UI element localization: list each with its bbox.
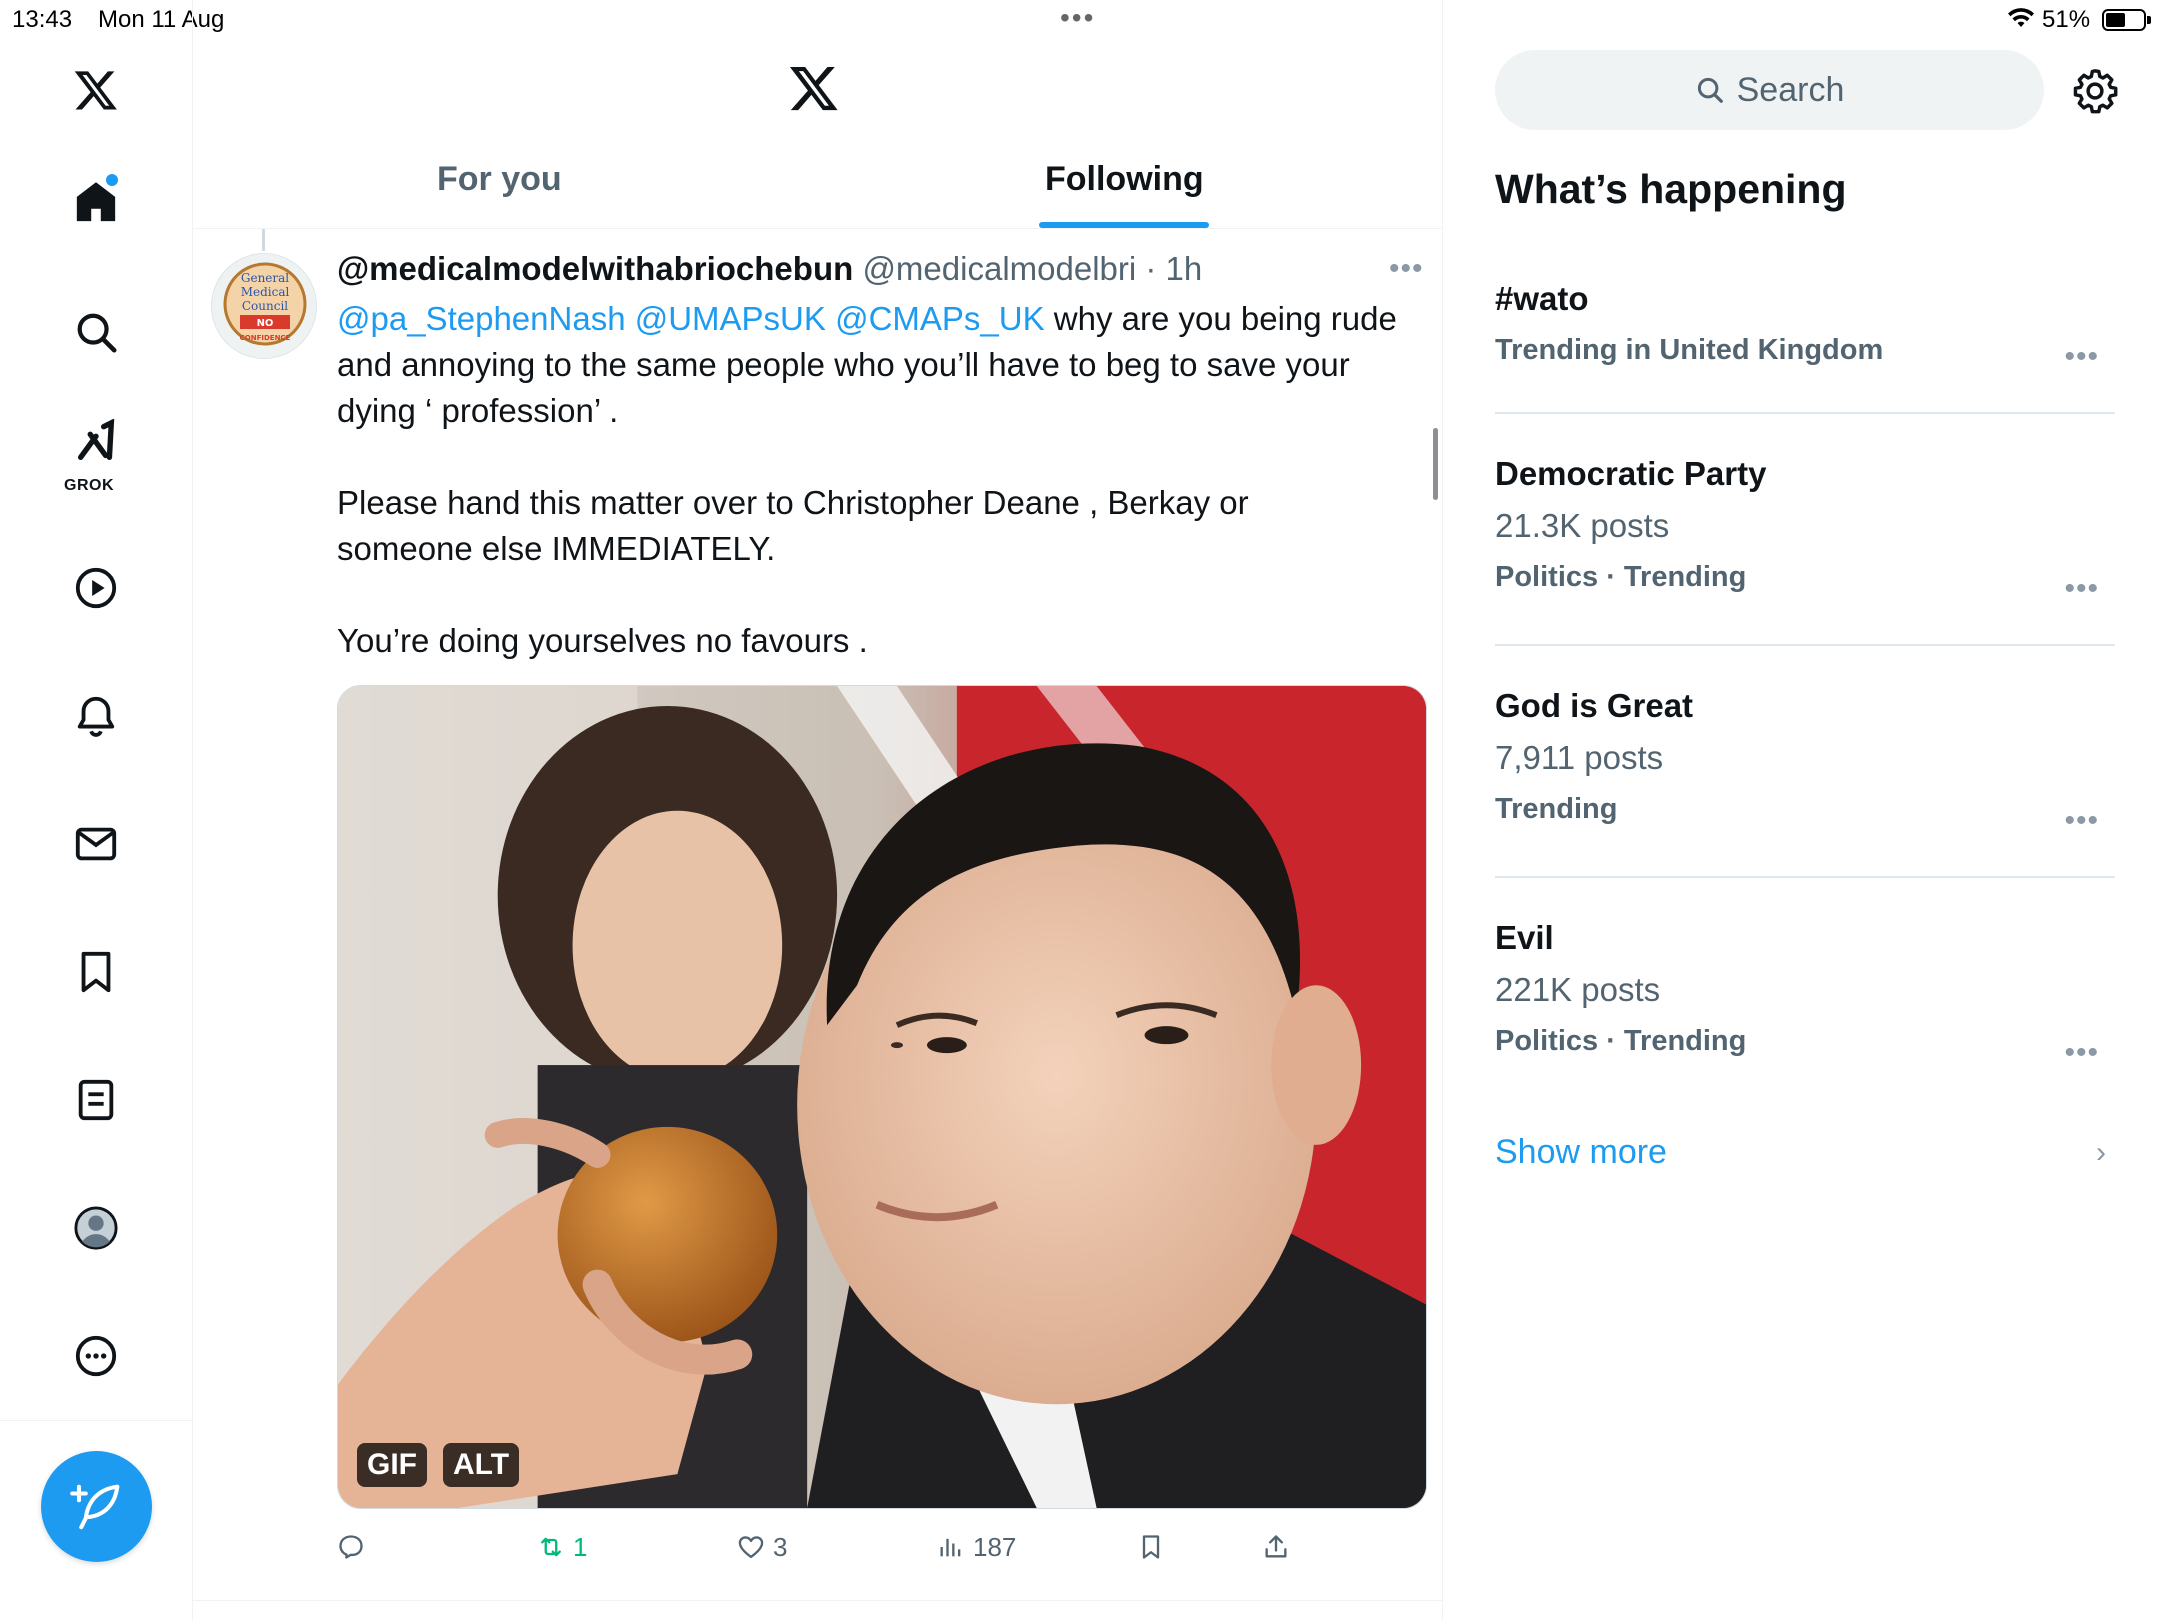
views-count: 187 <box>973 1531 1017 1562</box>
heart-icon <box>738 1536 764 1559</box>
trend-name: Evil <box>1495 919 1554 956</box>
grok-icon[interactable] <box>56 412 136 472</box>
x-logo-icon[interactable] <box>56 50 136 130</box>
share-button[interactable] <box>1262 1525 1290 1569</box>
post-time[interactable]: 1h <box>1166 250 1203 287</box>
bookmarks-icon[interactable] <box>56 932 136 1012</box>
thread-line <box>262 229 265 251</box>
views-button[interactable]: 187 <box>937 1525 1016 1569</box>
tweet-more-icon[interactable]: ••• <box>1389 252 1424 286</box>
text-line: why are you being rude <box>1044 300 1397 337</box>
chevron-right-icon: › <box>2096 1136 2106 1169</box>
compose-post-button[interactable] <box>41 1451 152 1562</box>
nav-divider <box>0 1420 193 1421</box>
author-name[interactable]: @medicalmodelwithabriochebun <box>337 250 853 287</box>
repost-count: 1 <box>573 1531 588 1562</box>
video-icon[interactable] <box>56 548 136 628</box>
trend-more-icon[interactable]: ••• <box>2064 572 2099 606</box>
trend-divider <box>1495 876 2115 878</box>
text-line: someone else IMMEDIATELY. <box>337 530 776 567</box>
home-icon[interactable] <box>56 162 136 242</box>
scroll-indicator[interactable] <box>1433 428 1438 500</box>
x-logo-icon <box>789 66 838 111</box>
trend-item[interactable]: Democratic Party 21.3K posts Politics · … <box>1495 455 2115 605</box>
search-icon[interactable] <box>56 292 136 372</box>
feather-plus-icon <box>69 1484 119 1529</box>
profile-icon[interactable] <box>56 1188 136 1268</box>
trend-item[interactable]: #wato Trending in United Kingdom ••• <box>1495 280 2115 373</box>
tweet-text: @pa_StephenNash @UMAPsUK @CMAPs_UK why a… <box>337 296 1417 664</box>
reply-button[interactable] <box>337 1525 373 1569</box>
gif-badge: GIF <box>357 1443 427 1487</box>
trend-name: God is Great <box>1495 687 1694 724</box>
author-handle[interactable]: @medicalmodelbri <box>862 250 1136 287</box>
messages-icon[interactable] <box>56 804 136 884</box>
trend-context: Politics · Trending <box>1495 1025 1747 1057</box>
text-line: dying ‘ profession’ . <box>337 392 619 429</box>
trend-context: Politics · Trending <box>1495 561 1747 593</box>
lists-icon[interactable] <box>56 1060 136 1140</box>
avatar[interactable]: General Medical Council NO CONFIDENCE <box>211 253 317 359</box>
avatar-text-1: General <box>241 271 289 285</box>
text-line: You’re doing yourselves no favours . <box>337 622 868 659</box>
bookmark-icon <box>1142 1535 1160 1559</box>
tab-following[interactable]: Following <box>1045 160 1204 199</box>
show-more-link[interactable]: Show more <box>1495 1133 1667 1172</box>
tweet-actions: 1 3 187 <box>337 1525 1427 1575</box>
notifications-icon[interactable] <box>56 676 136 756</box>
right-sidebar: Search What’s happening #wato Trending i… <box>1444 0 2160 1620</box>
home-notification-dot <box>106 174 118 186</box>
trend-name: Democratic Party <box>1495 455 1767 492</box>
tweet-header: @medicalmodelwithabriochebun @medicalmod… <box>337 250 1202 288</box>
trend-posts: 7,911 posts <box>1495 739 1664 776</box>
alt-text-button[interactable]: ALT <box>443 1443 520 1487</box>
settings-gear-icon[interactable] <box>2072 68 2118 114</box>
trend-item[interactable]: Evil 221K posts Politics · Trending ••• <box>1495 919 2115 1069</box>
trend-name: #wato <box>1495 280 1589 317</box>
bookmark-button[interactable] <box>1137 1525 1165 1569</box>
repost-icon <box>541 1537 561 1557</box>
trend-more-icon[interactable]: ••• <box>2064 340 2099 374</box>
post-divider <box>193 1600 1443 1601</box>
like-count: 3 <box>773 1531 788 1562</box>
avatar-text-4: NO <box>257 318 274 329</box>
like-button[interactable]: 3 <box>737 1525 787 1569</box>
avatar-text-2: Medical <box>241 285 290 299</box>
views-icon <box>940 1538 961 1557</box>
grok-label: GROK <box>64 477 114 494</box>
trend-more-icon[interactable]: ••• <box>2064 804 2099 838</box>
repost-button[interactable]: 1 <box>537 1525 587 1569</box>
section-title: What’s happening <box>1495 166 1847 212</box>
trend-divider <box>1495 412 2115 414</box>
trend-divider <box>1495 644 2115 646</box>
search-input[interactable]: Search <box>1495 50 2044 130</box>
mention-link[interactable]: @CMAPs_UK <box>835 300 1045 337</box>
avatar-text-3: Council <box>242 299 288 313</box>
share-icon <box>1265 1535 1287 1558</box>
trend-context: Trending in United Kingdom <box>1495 334 1884 366</box>
trend-posts: 21.3K posts <box>1495 507 1670 544</box>
trend-context: Trending <box>1495 793 1618 825</box>
more-icon[interactable] <box>56 1316 136 1396</box>
search-icon <box>1697 77 1723 103</box>
text-line: and annoying to the same people who you’… <box>337 346 1350 383</box>
tweet-media-gif[interactable] <box>337 685 1427 1509</box>
trend-item[interactable]: God is Great 7,911 posts Trending ••• <box>1495 687 2115 837</box>
trend-posts: 221K posts <box>1495 971 1661 1008</box>
header-separator: · <box>1136 250 1166 287</box>
search-placeholder: Search <box>1736 70 1845 109</box>
mention-link[interactable]: @pa_StephenNash <box>337 300 626 337</box>
mention-link[interactable]: @UMAPsUK <box>635 300 826 337</box>
avatar-text-5: CONFIDENCE <box>240 334 291 342</box>
text-line: Please hand this matter over to Christop… <box>337 484 1249 521</box>
main-timeline: For you Following General Medical Counci… <box>193 0 1443 1620</box>
tab-for-you[interactable]: For you <box>437 160 562 199</box>
tabs-divider <box>193 228 1443 229</box>
reply-icon <box>339 1535 363 1559</box>
trend-more-icon[interactable]: ••• <box>2064 1036 2099 1070</box>
left-navigation: GROK <box>0 0 193 1620</box>
